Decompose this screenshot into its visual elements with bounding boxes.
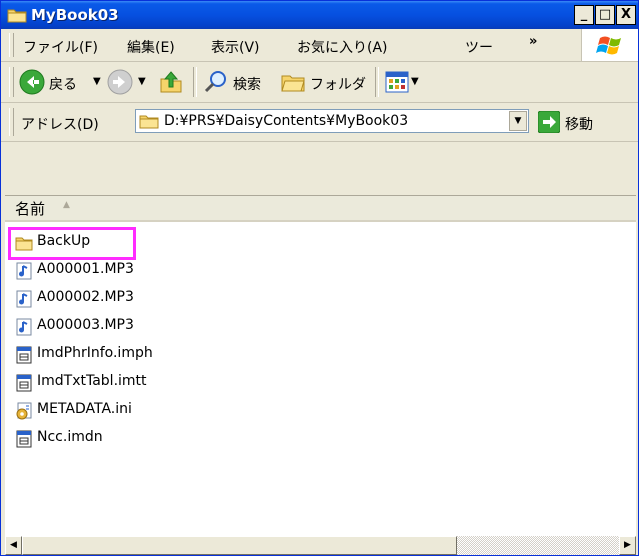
file-name: A000001.MP3: [37, 261, 134, 277]
windows-logo: [581, 29, 638, 61]
horizontal-scrollbar[interactable]: ◀ ▶: [5, 536, 636, 555]
column-header-name[interactable]: 名前 ▲: [5, 196, 636, 222]
menu-tools[interactable]: ツー: [465, 37, 493, 57]
window-title: MyBook03: [31, 6, 119, 24]
up-folder-icon[interactable]: [158, 69, 184, 95]
file-name: A000003.MP3: [37, 317, 134, 333]
folders-icon[interactable]: [280, 70, 306, 94]
menu-favorites[interactable]: お気に入り(A): [297, 37, 388, 57]
address-grip[interactable]: [9, 108, 14, 136]
address-value[interactable]: D:¥PRS¥DaisyContents¥MyBook03: [164, 113, 408, 129]
menu-view[interactable]: 表示(V): [211, 37, 260, 57]
scroll-right-icon[interactable]: ▶: [619, 536, 636, 555]
folder-icon: [7, 9, 27, 23]
menu-overflow-chevron[interactable]: »: [529, 34, 537, 49]
title-bar[interactable]: MyBook03 _ □ X: [1, 1, 638, 29]
back-dropdown-icon[interactable]: ▼: [93, 76, 101, 87]
menu-edit[interactable]: 編集(E): [127, 37, 175, 57]
audio-file-icon: [16, 290, 32, 308]
generic-file-icon: [16, 346, 32, 364]
views-dropdown-icon[interactable]: ▼: [411, 76, 419, 87]
address-label: アドレス(D): [21, 117, 99, 133]
close-button[interactable]: X: [616, 5, 636, 25]
menu-grip[interactable]: [9, 33, 14, 57]
views-icon[interactable]: [385, 70, 409, 94]
standard-toolbar: 戻る ▼ ▼ 検索 フォルダ ▼: [1, 62, 638, 103]
toolbar-grip[interactable]: [9, 67, 14, 97]
maximize-button[interactable]: □: [595, 5, 615, 25]
toolbar-separator: [375, 67, 379, 97]
audio-file-icon: [16, 318, 32, 336]
settings-file-icon: [16, 402, 32, 420]
back-button-label[interactable]: 戻る: [49, 74, 77, 94]
generic-file-icon: [16, 374, 32, 392]
generic-file-icon: [16, 430, 32, 448]
toolbar-separator: [193, 67, 197, 97]
menu-file[interactable]: ファイル(F): [23, 37, 98, 57]
windows-flag-icon: [596, 36, 621, 55]
go-arrow-icon[interactable]: [538, 111, 560, 133]
scroll-left-icon[interactable]: ◀: [5, 536, 22, 555]
go-button-label[interactable]: 移動: [565, 114, 593, 134]
scroll-thumb[interactable]: [22, 536, 457, 555]
menu-bar: ファイル(F) 編集(E) 表示(V) お気に入り(A) ツー »: [1, 29, 638, 62]
file-name: ImdTxtTabl.imtt: [37, 373, 147, 389]
file-name: A000002.MP3: [37, 289, 134, 305]
file-name: Ncc.imdn: [37, 429, 103, 445]
forward-arrow-icon[interactable]: [107, 69, 133, 95]
highlight-box: [8, 227, 136, 260]
address-input[interactable]: D:¥PRS¥DaisyContents¥MyBook03 ▼: [135, 109, 529, 133]
minimize-button[interactable]: _: [574, 5, 594, 25]
column-name-label: 名前: [15, 200, 46, 218]
address-dropdown-icon[interactable]: ▼: [509, 111, 527, 131]
address-bar: アドレス(D) D:¥PRS¥DaisyContents¥MyBook03 ▼ …: [1, 103, 638, 142]
explorer-window: MyBook03 _ □ X ファイル(F) 編集(E) 表示(V) お気に入り…: [0, 0, 639, 556]
back-arrow-icon[interactable]: [19, 69, 45, 95]
folder-icon: [139, 115, 159, 129]
folders-button-label[interactable]: フォルダ: [310, 74, 366, 94]
file-name: METADATA.ini: [37, 401, 132, 417]
search-icon[interactable]: [203, 69, 229, 95]
audio-file-icon: [16, 262, 32, 280]
forward-dropdown-icon[interactable]: ▼: [138, 76, 146, 87]
sort-ascending-icon: ▲: [63, 200, 70, 210]
search-button-label[interactable]: 検索: [233, 74, 261, 94]
file-name: ImdPhrInfo.imph: [37, 345, 153, 361]
